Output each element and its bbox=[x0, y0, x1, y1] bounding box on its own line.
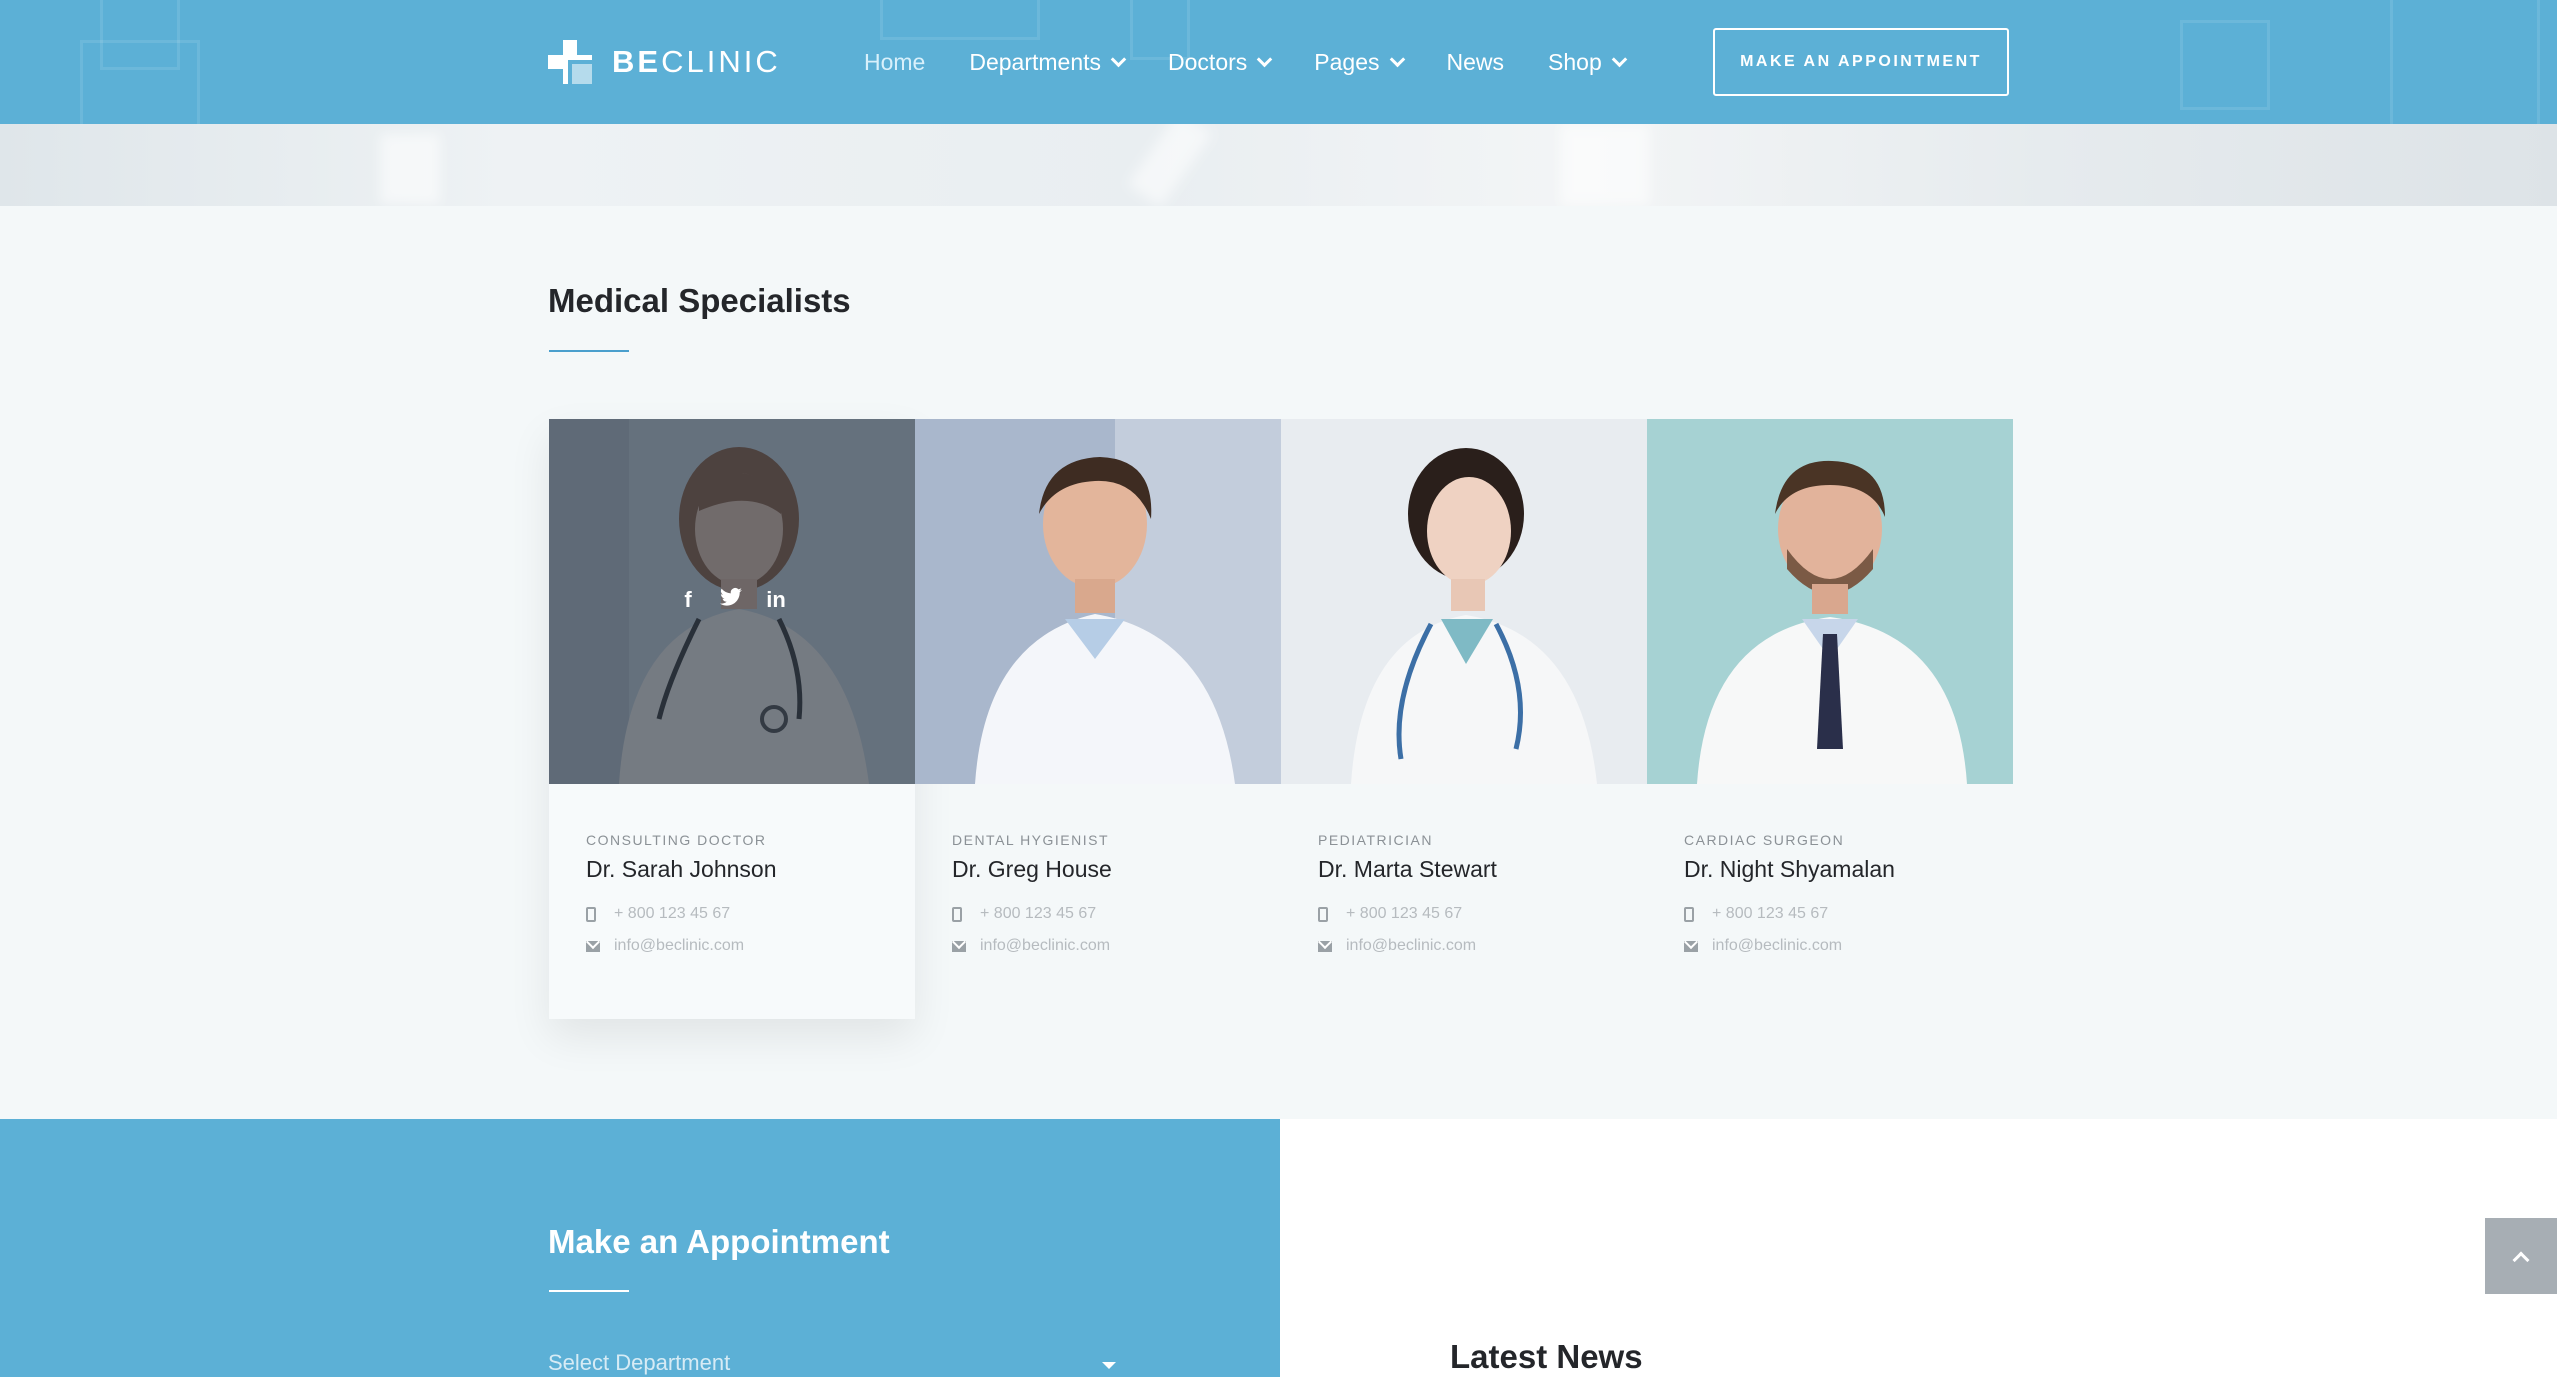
title-underline bbox=[549, 1290, 629, 1292]
chevron-down-icon bbox=[1611, 51, 1628, 67]
doctor-role: Cardiac Surgeon bbox=[1684, 832, 1845, 848]
doctor-info: Cardiac Surgeon Dr. Night Shyamalan + 80… bbox=[1684, 832, 1895, 955]
envelope-icon bbox=[586, 940, 600, 952]
department-select[interactable]: Select Department bbox=[548, 1350, 1118, 1376]
site-header: BECLINIC Home Departments Doctors Pages … bbox=[0, 0, 2557, 124]
main-nav: Home Departments Doctors Pages News Shop bbox=[864, 44, 1669, 80]
title-underline bbox=[549, 350, 629, 352]
email-row[interactable]: info@beclinic.com bbox=[952, 937, 1112, 955]
phone-icon bbox=[952, 906, 962, 922]
phone-icon bbox=[1684, 906, 1694, 922]
nav-pages[interactable]: Pages bbox=[1314, 49, 1405, 76]
nav-departments[interactable]: Departments bbox=[969, 49, 1127, 76]
nav-doctors[interactable]: Doctors bbox=[1168, 49, 1273, 76]
email-row[interactable]: info@beclinic.com bbox=[1318, 937, 1497, 955]
email-row[interactable]: info@beclinic.com bbox=[1684, 937, 1895, 955]
header-decoration bbox=[2390, 0, 2540, 124]
envelope-icon bbox=[1318, 940, 1332, 952]
chevron-down-icon bbox=[1110, 51, 1127, 67]
doctor-info: Dental Hygienist Dr. Greg House + 800 12… bbox=[952, 832, 1112, 955]
doctor-name[interactable]: Dr. Sarah Johnson bbox=[586, 856, 777, 883]
doctor-info: Consulting Doctor Dr. Sarah Johnson + 80… bbox=[586, 832, 777, 955]
caret-down-icon[interactable] bbox=[1102, 1362, 1116, 1369]
doctors-grid: f in Consulting Doctor Dr. Sarah Johnson… bbox=[549, 419, 2013, 1019]
doctor-name[interactable]: Dr. Night Shyamalan bbox=[1684, 856, 1895, 883]
twitter-icon[interactable] bbox=[720, 587, 744, 613]
doctor-photo[interactable] bbox=[915, 419, 1281, 784]
nav-news[interactable]: News bbox=[1447, 49, 1505, 76]
chevron-down-icon bbox=[1257, 51, 1273, 67]
phone-row: + 800 123 45 67 bbox=[952, 905, 1112, 923]
site-logo[interactable]: BECLINIC bbox=[548, 40, 781, 84]
doctor-role: Pediatrician bbox=[1318, 832, 1433, 848]
social-links: f in bbox=[549, 587, 915, 613]
doctor-role: Consulting Doctor bbox=[586, 832, 767, 848]
nav-shop[interactable]: Shop bbox=[1548, 49, 1628, 76]
doctor-contact: + 800 123 45 67 info@beclinic.com bbox=[586, 905, 777, 955]
make-appointment-button[interactable]: MAKE AN APPOINTMENT bbox=[1713, 28, 2009, 96]
section-title-specialists: Medical Specialists bbox=[548, 282, 851, 319]
latest-news-title: Latest News bbox=[1450, 1338, 1643, 1375]
phone-row: + 800 123 45 67 bbox=[1318, 905, 1497, 923]
doctor-info: Pediatrician Dr. Marta Stewart + 800 123… bbox=[1318, 832, 1497, 955]
hero-image-strip bbox=[0, 124, 2557, 206]
chevron-up-icon bbox=[2512, 1251, 2530, 1269]
doctor-role: Dental Hygienist bbox=[952, 832, 1110, 848]
scroll-to-top-button[interactable] bbox=[2485, 1218, 2557, 1294]
doctor-card[interactable]: Cardiac Surgeon Dr. Night Shyamalan + 80… bbox=[1647, 419, 2013, 1019]
doctor-card[interactable]: Dental Hygienist Dr. Greg House + 800 12… bbox=[915, 419, 1281, 1019]
email-row[interactable]: info@beclinic.com bbox=[586, 937, 777, 955]
doctor-photo[interactable] bbox=[1647, 419, 2013, 784]
header-decoration bbox=[100, 0, 180, 70]
doctor-contact: + 800 123 45 67 info@beclinic.com bbox=[952, 905, 1112, 955]
doctor-name[interactable]: Dr. Greg House bbox=[952, 856, 1112, 883]
phone-row: + 800 123 45 67 bbox=[586, 905, 777, 923]
chevron-down-icon bbox=[1389, 51, 1405, 67]
facebook-icon[interactable]: f bbox=[676, 587, 700, 613]
doctor-contact: + 800 123 45 67 info@beclinic.com bbox=[1318, 905, 1497, 955]
header-decoration bbox=[880, 0, 1040, 40]
doctor-card[interactable]: f in Consulting Doctor Dr. Sarah Johnson… bbox=[549, 419, 915, 1019]
doctor-contact: + 800 123 45 67 info@beclinic.com bbox=[1684, 905, 1895, 955]
linkedin-icon[interactable]: in bbox=[764, 587, 788, 613]
logo-wordmark: BECLINIC bbox=[612, 44, 781, 79]
phone-row: + 800 123 45 67 bbox=[1684, 905, 1895, 923]
cross-logo-icon bbox=[548, 40, 592, 84]
phone-icon bbox=[586, 906, 596, 922]
doctor-card[interactable]: Pediatrician Dr. Marta Stewart + 800 123… bbox=[1281, 419, 1647, 1019]
appointment-title: Make an Appointment bbox=[548, 1223, 890, 1260]
nav-home[interactable]: Home bbox=[864, 49, 925, 76]
phone-icon bbox=[1318, 906, 1328, 922]
envelope-icon bbox=[1684, 940, 1698, 952]
header-decoration bbox=[2180, 20, 2270, 110]
doctor-photo[interactable] bbox=[1281, 419, 1647, 784]
envelope-icon bbox=[952, 940, 966, 952]
doctor-name[interactable]: Dr. Marta Stewart bbox=[1318, 856, 1497, 883]
doctor-photo[interactable]: f in bbox=[549, 419, 915, 784]
